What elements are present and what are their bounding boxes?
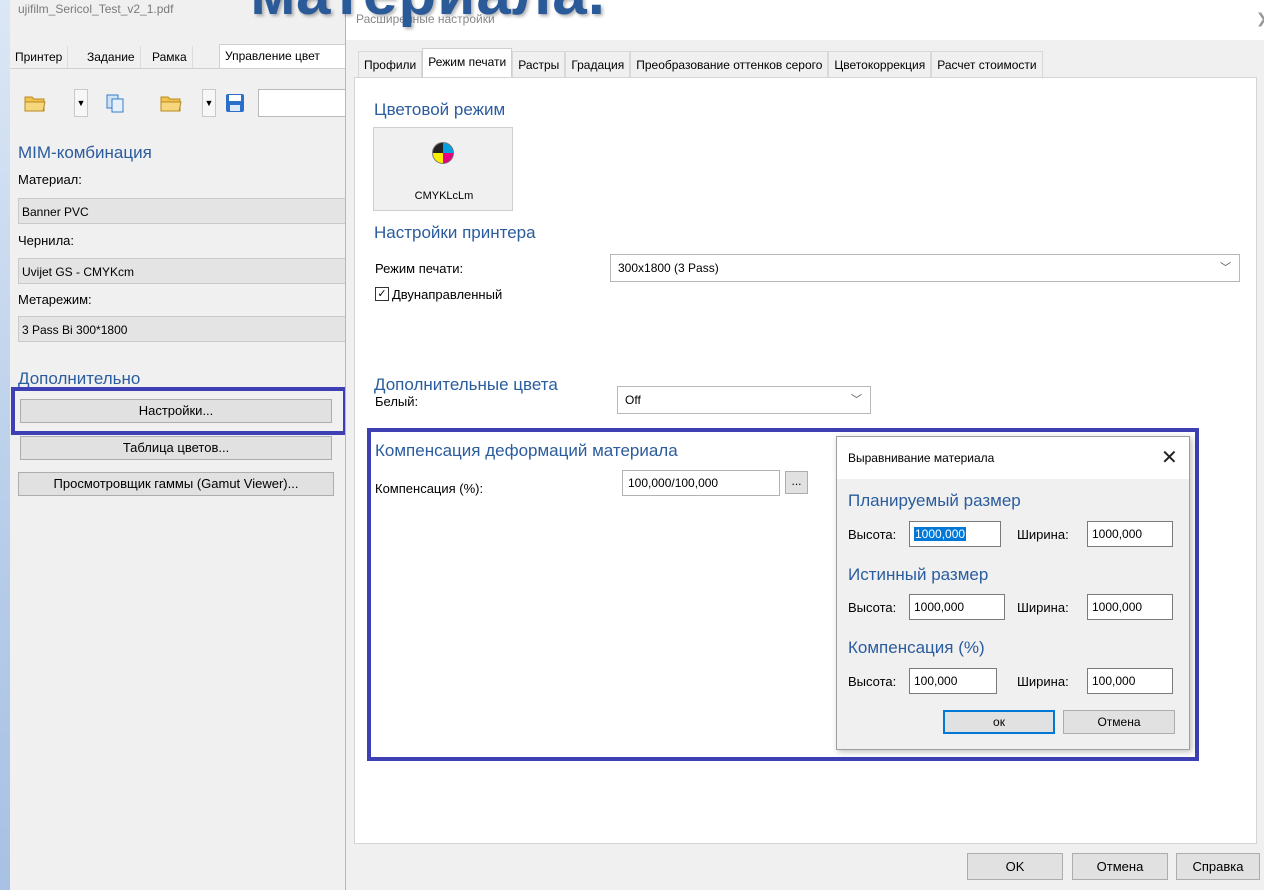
tab-gradation[interactable]: Градация bbox=[565, 51, 631, 77]
tab-rasters[interactable]: Растры bbox=[512, 51, 566, 77]
tab-frame[interactable]: Рамка bbox=[147, 46, 193, 68]
true-size-heading: Истинный размер bbox=[848, 565, 989, 584]
mim-heading: MIM-комбинация bbox=[18, 143, 152, 162]
planned-width-input[interactable]: 1000,000 bbox=[1087, 521, 1173, 547]
folder-icon bbox=[24, 96, 46, 112]
tab-grayscale-conversion[interactable]: Преобразование оттенков серого bbox=[630, 51, 829, 77]
tab-job[interactable]: Задание bbox=[82, 46, 141, 68]
true-width-input[interactable]: 1000,000 bbox=[1087, 594, 1173, 620]
tab-printer[interactable]: Принтер bbox=[10, 46, 69, 68]
ink-field[interactable]: Uvijet GS - CMYKcm bbox=[18, 258, 346, 284]
tab-color-correction[interactable]: Цветокоррекция bbox=[828, 51, 932, 77]
additional-heading: Дополнительно bbox=[18, 369, 141, 388]
file-title: ujifilm_Sericol_Test_v2_1.pdf bbox=[18, 2, 174, 16]
open-dropdown-button-2[interactable]: ▼ bbox=[202, 89, 216, 117]
metamode-field[interactable]: 3 Pass Bi 300*1800 bbox=[18, 316, 346, 342]
copy-icon bbox=[106, 94, 124, 113]
save-icon bbox=[226, 94, 244, 112]
color-table-button[interactable]: Таблица цветов... bbox=[20, 436, 332, 460]
save-button[interactable] bbox=[220, 89, 250, 117]
cancel-button[interactable]: Отмена bbox=[1072, 853, 1168, 880]
planned-size-heading: Планируемый размер bbox=[848, 491, 1021, 510]
caret-down-icon: ▼ bbox=[204, 98, 214, 108]
toolbar-input[interactable] bbox=[258, 89, 348, 117]
white-label: Белый: bbox=[375, 394, 419, 409]
tabstrip-divider bbox=[10, 68, 346, 69]
slide-heading: материала. bbox=[250, 0, 606, 29]
tab-cost-calculation[interactable]: Расчет стоимости bbox=[931, 51, 1043, 77]
ok-button[interactable]: OK bbox=[967, 853, 1063, 880]
settings-highlight-frame bbox=[11, 387, 347, 435]
ink-label: Чернила: bbox=[18, 233, 74, 248]
planned-height-value: 1000,000 bbox=[914, 527, 967, 541]
white-value: Off bbox=[625, 393, 641, 407]
help-button[interactable]: Справка bbox=[1176, 853, 1260, 880]
bidirectional-label: Двунаправленный bbox=[392, 287, 503, 302]
color-mode-heading: Цветовой режим bbox=[374, 100, 506, 119]
open-folder-button[interactable] bbox=[18, 89, 52, 117]
material-field[interactable]: Banner PVC bbox=[18, 198, 346, 224]
color-wheel-icon bbox=[432, 142, 454, 164]
compensation-percent-heading: Компенсация (%) bbox=[848, 638, 985, 657]
true-height-input[interactable]: 1000,000 bbox=[909, 594, 1005, 620]
comp-height-label: Высота: bbox=[848, 674, 897, 689]
material-alignment-dialog: Выравнивание материала ✕ Планируемый раз… bbox=[836, 436, 1190, 750]
print-mode-select[interactable]: 300x1800 (3 Pass) ﹀ bbox=[610, 254, 1240, 282]
tab-color-management[interactable]: Управление цвет bbox=[219, 44, 346, 69]
caret-down-icon: ▼ bbox=[76, 98, 86, 108]
true-width-label: Ширина: bbox=[1017, 600, 1069, 615]
tab-profiles[interactable]: Профили bbox=[358, 51, 423, 77]
true-height-label: Высота: bbox=[848, 600, 897, 615]
white-select[interactable]: Off ﹀ bbox=[617, 386, 871, 414]
subdialog-cancel-button[interactable]: Отмена bbox=[1063, 710, 1175, 734]
close-icon[interactable]: ❯ bbox=[1256, 10, 1264, 27]
comp-height-input[interactable]: 100,000 bbox=[909, 668, 997, 694]
subdialog-title: Выравнивание материала bbox=[848, 451, 995, 465]
extra-colors-heading: Дополнительные цвета bbox=[374, 375, 558, 394]
subdialog-ok-button[interactable]: ок bbox=[943, 710, 1055, 734]
material-label: Материал: bbox=[18, 172, 82, 187]
chevron-down-icon: ﹀ bbox=[851, 394, 862, 406]
print-mode-value: 300x1800 (3 Pass) bbox=[618, 261, 719, 275]
printer-settings-heading: Настройки принтера bbox=[374, 223, 536, 242]
metamode-label: Метарежим: bbox=[18, 292, 92, 307]
color-mode-button[interactable]: CMYKLcLm bbox=[373, 127, 513, 211]
open-folder-button-2[interactable] bbox=[148, 89, 194, 117]
close-icon[interactable]: ✕ bbox=[1161, 445, 1178, 470]
tab-print-mode[interactable]: Режим печати bbox=[422, 48, 513, 77]
comp-width-input[interactable]: 100,000 bbox=[1087, 668, 1173, 694]
planned-width-label: Ширина: bbox=[1017, 527, 1069, 542]
color-mode-label: CMYKLcLm bbox=[414, 190, 474, 202]
open-dropdown-button[interactable]: ▼ bbox=[74, 89, 88, 117]
print-mode-label: Режим печати: bbox=[375, 261, 464, 276]
planned-height-input[interactable]: 1000,000 bbox=[909, 521, 1001, 547]
copy-button[interactable] bbox=[100, 89, 130, 117]
comp-width-label: Ширина: bbox=[1017, 674, 1069, 689]
planned-height-label: Высота: bbox=[848, 527, 897, 542]
dialog-tabstrip: Профили Режим печати Растры Градация Пре… bbox=[358, 48, 1043, 77]
gamut-viewer-button[interactable]: Просмотровщик гаммы (Gamut Viewer)... bbox=[18, 472, 334, 496]
slide-background-strip bbox=[0, 0, 10, 890]
left-panel: ujifilm_Sericol_Test_v2_1.pdf Принтер За… bbox=[10, 0, 348, 890]
chevron-down-icon: ﹀ bbox=[1220, 262, 1231, 274]
folder-icon bbox=[160, 96, 182, 112]
bidirectional-checkbox[interactable]: ✓ bbox=[375, 287, 389, 301]
